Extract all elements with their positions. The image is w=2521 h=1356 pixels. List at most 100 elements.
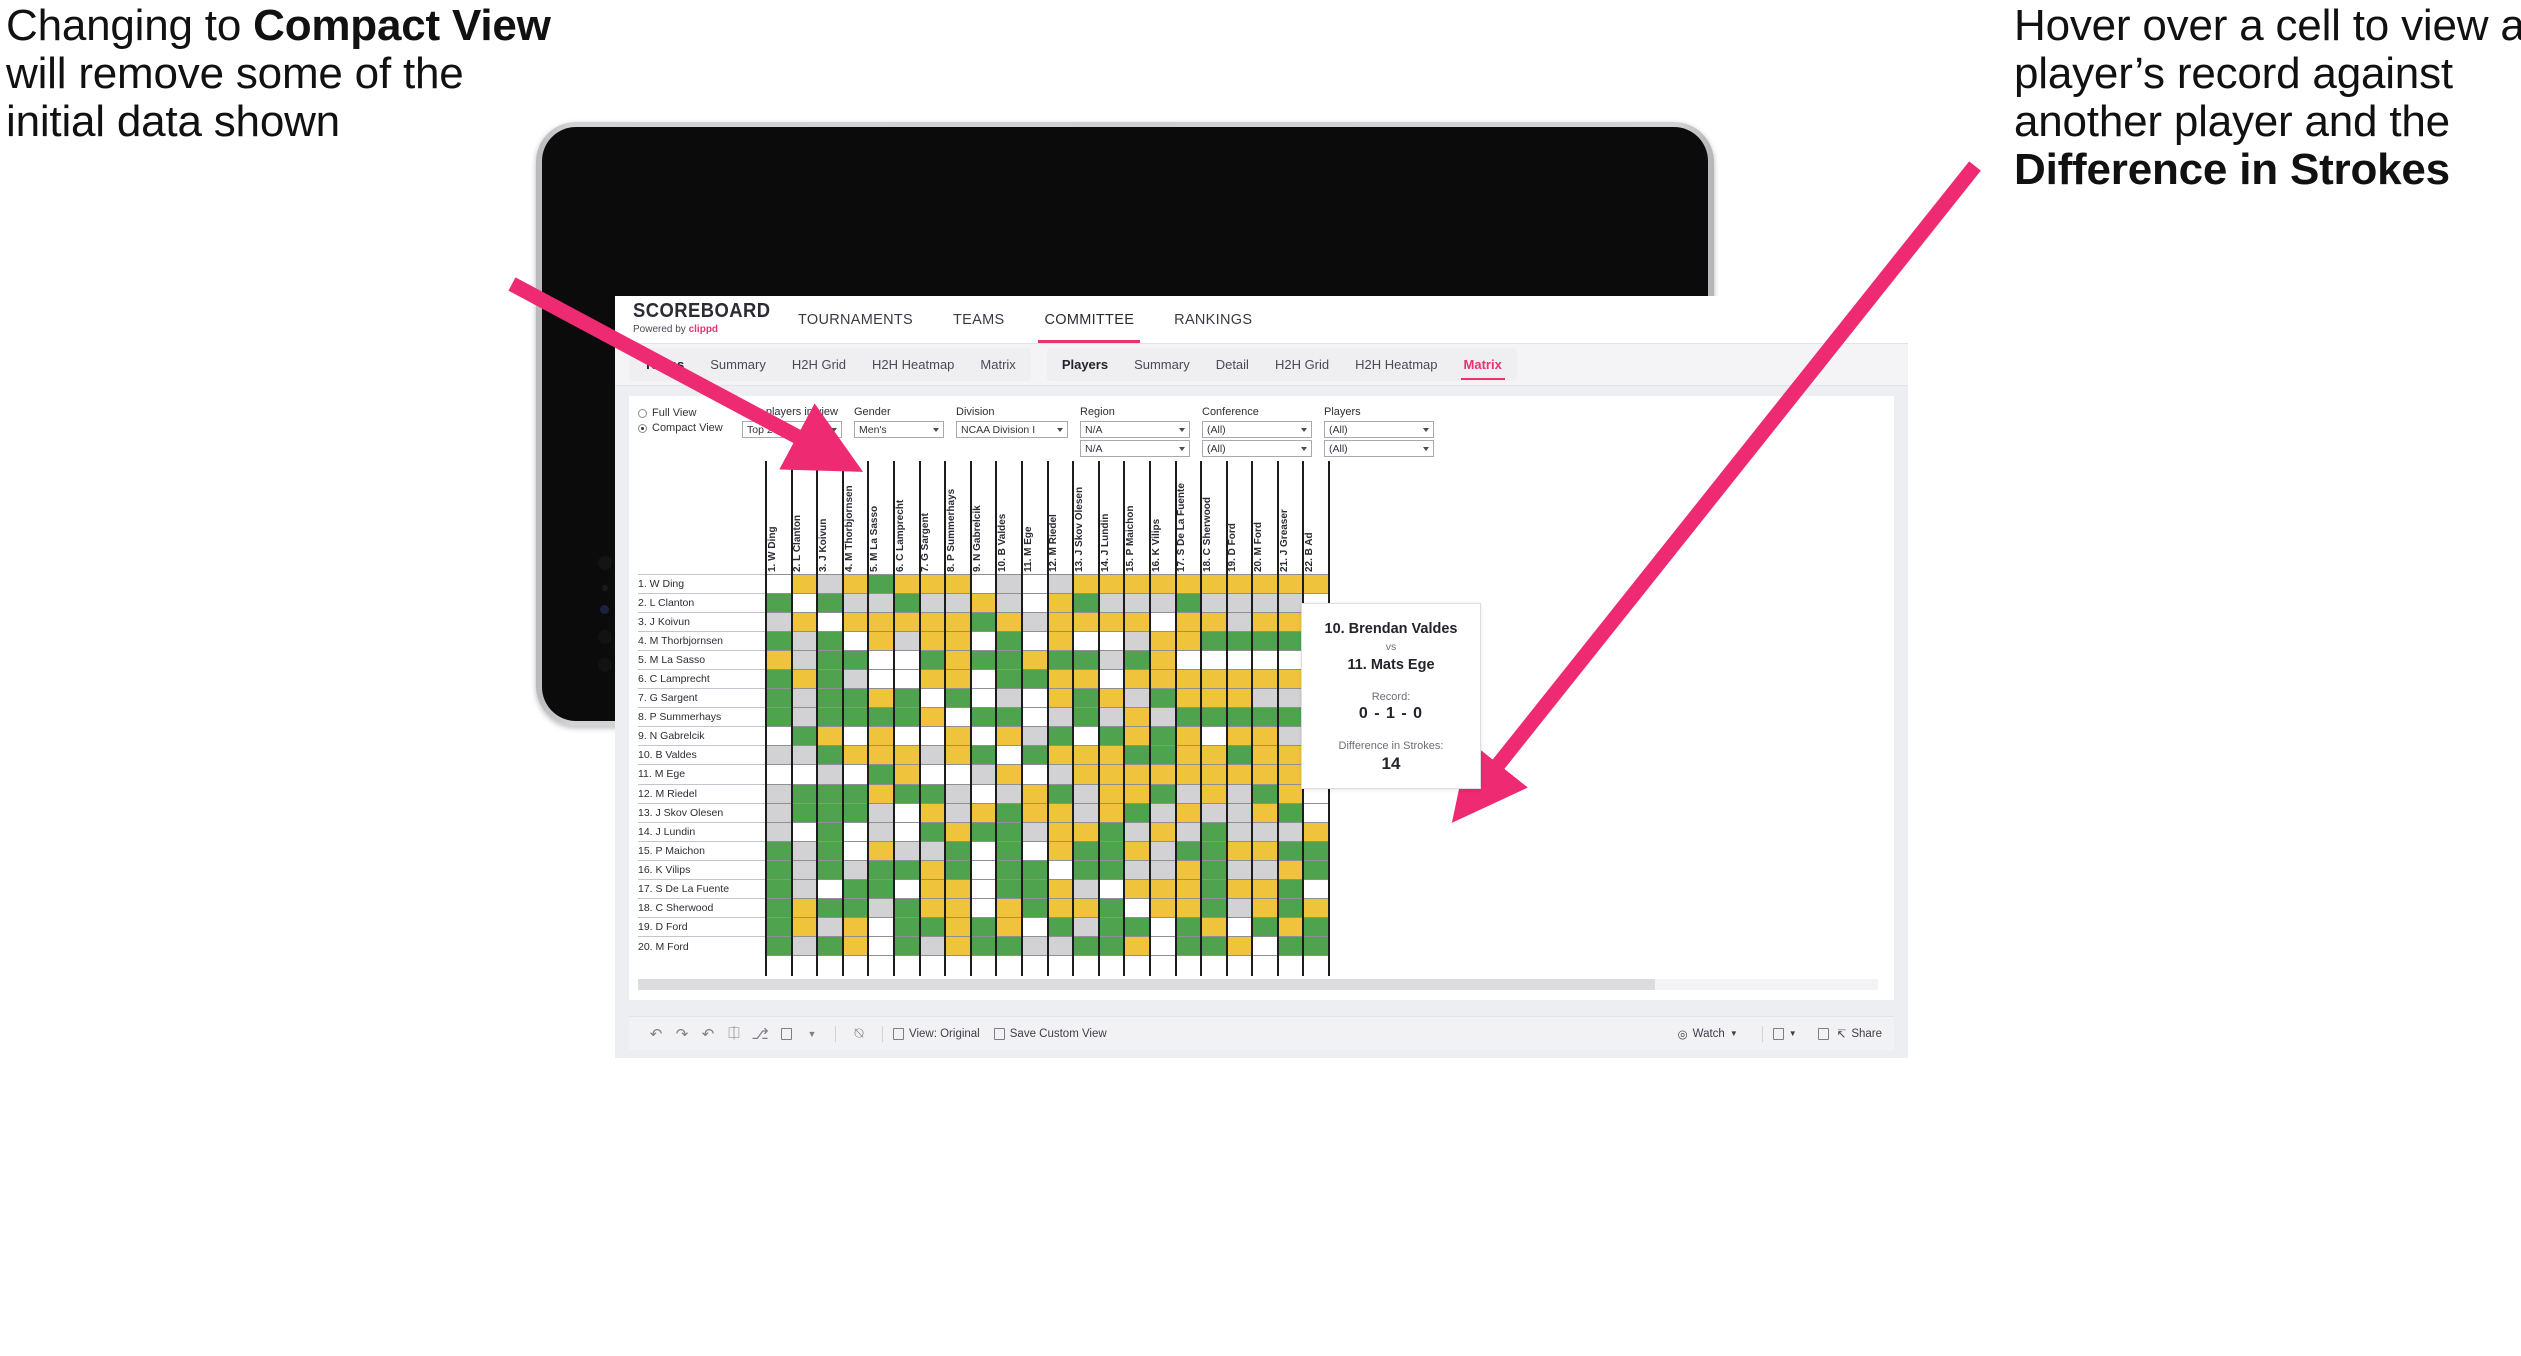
matrix-cell[interactable] [1225, 898, 1254, 918]
matrix-cell[interactable] [1046, 859, 1075, 880]
matrix-cell[interactable] [841, 573, 870, 594]
matrix-cell[interactable] [765, 611, 793, 632]
matrix-cell[interactable] [765, 764, 793, 785]
fullscreen-icon[interactable] [1811, 1023, 1837, 1045]
matrix-cell[interactable] [918, 917, 947, 937]
matrix-cell[interactable] [816, 668, 844, 689]
matrix-cell[interactable] [790, 764, 819, 785]
matrix-cell[interactable] [1123, 898, 1151, 918]
matrix-cell[interactable] [1174, 688, 1203, 708]
matrix-cell[interactable] [1276, 802, 1305, 823]
matrix-cell[interactable] [816, 592, 844, 613]
matrix-cell[interactable] [1251, 745, 1279, 765]
matrix-cell[interactable] [765, 668, 793, 689]
matrix-cell[interactable] [892, 936, 921, 956]
matrix-cell[interactable] [944, 840, 972, 861]
matrix-cell[interactable] [1276, 688, 1305, 708]
matrix-cell[interactable] [1174, 764, 1203, 785]
matrix-cell[interactable] [944, 917, 972, 937]
matrix-cell[interactable] [1251, 649, 1279, 670]
matrix-cell[interactable] [1174, 592, 1203, 613]
matrix-cell[interactable] [816, 917, 844, 937]
subnav-players-matrix[interactable]: Matrix [1451, 352, 1515, 380]
matrix-cell[interactable] [1148, 573, 1177, 594]
matrix-cell[interactable] [892, 802, 921, 823]
matrix-cell[interactable] [944, 783, 972, 804]
matrix-cell[interactable] [918, 649, 947, 670]
matrix-cell[interactable] [944, 707, 972, 727]
matrix-cell[interactable] [1072, 764, 1100, 785]
matrix-cell[interactable] [867, 611, 895, 632]
matrix-cell[interactable] [1225, 630, 1254, 651]
matrix-cell[interactable] [1148, 764, 1177, 785]
matrix-cell[interactable] [867, 630, 895, 651]
matrix-cell[interactable] [1072, 611, 1100, 632]
matrix-cell[interactable] [1251, 840, 1279, 861]
matrix-cell[interactable] [790, 840, 819, 861]
matrix-cell[interactable] [995, 783, 1023, 804]
matrix-cell[interactable] [1046, 917, 1075, 937]
matrix-cell[interactable] [1174, 936, 1203, 956]
matrix-cell[interactable] [1123, 859, 1151, 880]
matrix-cell[interactable] [790, 878, 819, 899]
matrix-cell[interactable] [1148, 802, 1177, 823]
matrix-cell[interactable] [944, 821, 972, 842]
undo-icon[interactable]: ↶ [643, 1023, 669, 1045]
matrix-cell[interactable] [969, 649, 998, 670]
subnav-players-h2h-grid[interactable]: H2H Grid [1262, 352, 1342, 377]
matrix-cell[interactable] [1097, 859, 1126, 880]
matrix-cell[interactable] [1174, 840, 1203, 861]
matrix-cell[interactable] [765, 898, 793, 918]
filter-region-select-1[interactable]: N/A [1080, 421, 1190, 438]
matrix-cell[interactable] [1072, 707, 1100, 727]
matrix-cell[interactable] [1123, 840, 1151, 861]
matrix-cell[interactable] [1046, 630, 1075, 651]
matrix-cell[interactable] [790, 745, 819, 765]
matrix-cell[interactable] [1123, 878, 1151, 899]
matrix-cell[interactable] [1020, 611, 1049, 632]
matrix-cell[interactable] [892, 726, 921, 746]
matrix-cell[interactable] [1251, 936, 1279, 956]
matrix-cell[interactable] [1251, 878, 1279, 899]
matrix-cell[interactable] [1123, 936, 1151, 956]
matrix-cell[interactable] [1072, 726, 1100, 746]
matrix-cell[interactable] [1097, 649, 1126, 670]
matrix-cell[interactable] [1072, 668, 1100, 689]
matrix-cell[interactable] [1225, 802, 1254, 823]
matrix-cell[interactable] [1020, 898, 1049, 918]
matrix-cell[interactable] [1072, 802, 1100, 823]
matrix-cell[interactable] [841, 821, 870, 842]
matrix-cell[interactable] [1123, 592, 1151, 613]
matrix-cell[interactable] [892, 878, 921, 899]
matrix-cell[interactable] [1020, 821, 1049, 842]
matrix-cell[interactable] [1097, 573, 1126, 594]
matrix-cell[interactable] [944, 649, 972, 670]
matrix-cell[interactable] [816, 859, 844, 880]
matrix-cell[interactable] [1302, 878, 1331, 899]
matrix-cell[interactable] [1200, 726, 1228, 746]
matrix-cell[interactable] [1020, 726, 1049, 746]
matrix-cell[interactable] [1225, 821, 1254, 842]
matrix-cell[interactable] [790, 821, 819, 842]
matrix-cell[interactable] [1225, 840, 1254, 861]
matrix-cell[interactable] [1046, 688, 1075, 708]
matrix-cell[interactable] [995, 840, 1023, 861]
matrix-cell[interactable] [816, 745, 844, 765]
matrix-cell[interactable] [1097, 917, 1126, 937]
matrix-cell[interactable] [1174, 745, 1203, 765]
matrix-cell[interactable] [841, 802, 870, 823]
matrix-cell[interactable] [1251, 859, 1279, 880]
matrix-cell[interactable] [867, 898, 895, 918]
matrix-cell[interactable] [816, 764, 844, 785]
matrix-cell[interactable] [765, 707, 793, 727]
subnav-teams-h2h-heatmap[interactable]: H2H Heatmap [859, 352, 967, 377]
matrix-cell[interactable] [1020, 668, 1049, 689]
matrix-cell[interactable] [816, 821, 844, 842]
matrix-cell[interactable] [790, 688, 819, 708]
matrix-cell[interactable] [867, 668, 895, 689]
matrix-cell[interactable] [1174, 859, 1203, 880]
matrix-cell[interactable] [944, 898, 972, 918]
matrix-cell[interactable] [969, 802, 998, 823]
filter-gender-select[interactable]: Men's [854, 421, 944, 438]
matrix-cell[interactable] [892, 649, 921, 670]
